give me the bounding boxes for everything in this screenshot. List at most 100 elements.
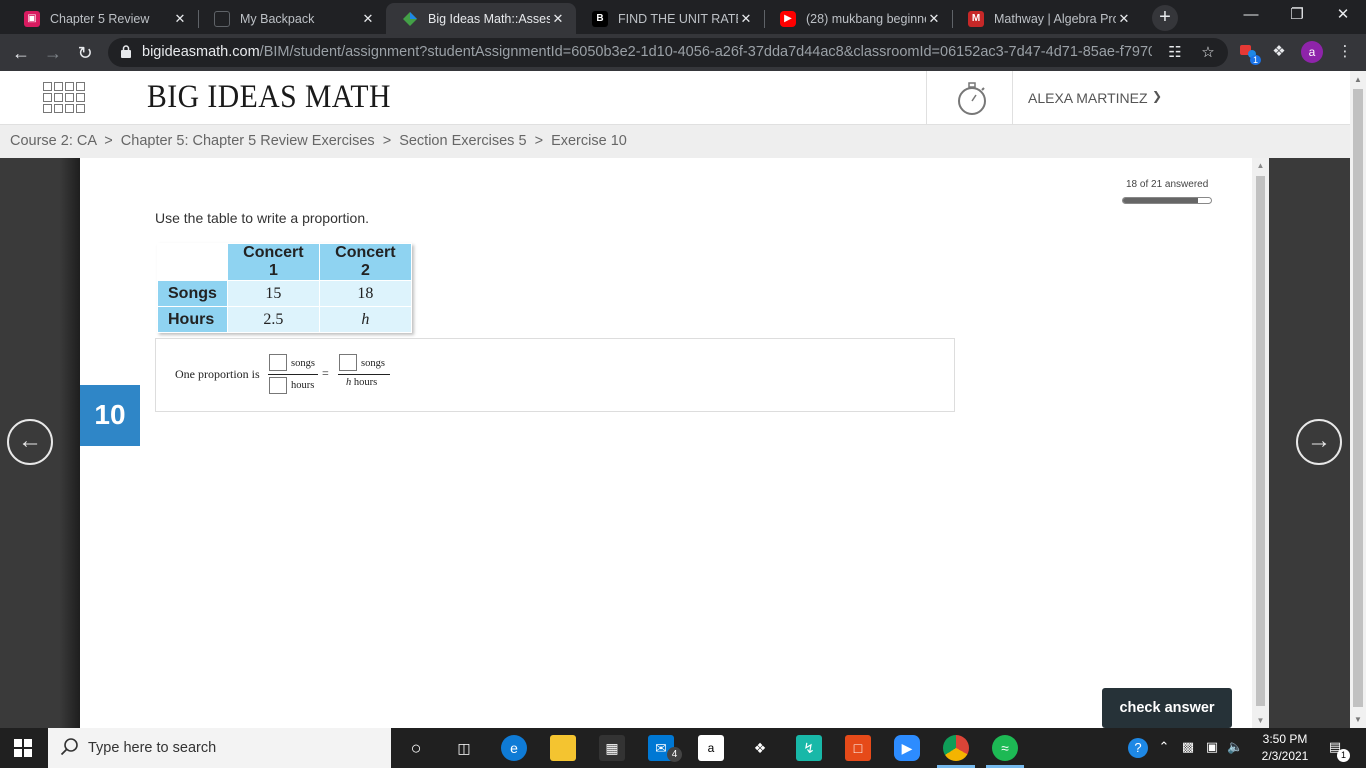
tab-label: FIND THE UNIT RATE!!!: [618, 11, 738, 26]
cortana-icon[interactable]: ○: [403, 735, 429, 761]
back-icon[interactable]: ←: [8, 40, 34, 66]
right-numerator-input[interactable]: [339, 354, 357, 371]
puzzle-extensions-icon[interactable]: ❖: [1268, 41, 1290, 63]
task-view-icon[interactable]: ◫: [451, 735, 477, 761]
left-denominator-input[interactable]: [269, 377, 287, 394]
close-icon[interactable]: ✕: [172, 11, 188, 27]
chrome-icon[interactable]: [943, 735, 969, 761]
edge-icon[interactable]: e: [501, 735, 527, 761]
table-row: Hours 2.5 h: [157, 306, 412, 333]
dropbox-icon[interactable]: ❖: [747, 735, 773, 761]
close-icon[interactable]: ✕: [738, 11, 754, 27]
new-tab-button[interactable]: +: [1152, 5, 1178, 31]
more-menu-icon[interactable]: ⋮: [1334, 41, 1356, 63]
scroll-thumb[interactable]: [1256, 176, 1265, 706]
tab-my-backpack[interactable]: My Backpack ✕: [198, 3, 386, 34]
extension-badge: 1: [1250, 55, 1262, 65]
left-denominator-unit: hours: [291, 380, 315, 391]
breadcrumb-exercise: Exercise 10: [551, 133, 627, 149]
url-text: bigideasmath.com/BIM/student/assignment?…: [142, 44, 1152, 60]
breadcrumb-chapter[interactable]: Chapter 5: Chapter 5 Review Exercises: [121, 133, 375, 149]
close-icon[interactable]: ✕: [550, 11, 566, 27]
volume-icon[interactable]: 🔈: [1227, 739, 1243, 755]
breadcrumb-section[interactable]: Section Exercises 5: [399, 133, 526, 149]
forward-icon[interactable]: →: [40, 40, 66, 66]
store-icon[interactable]: ▦: [599, 735, 625, 761]
lock-icon: [121, 45, 131, 58]
tab-label: Chapter 5 Review: [50, 11, 150, 26]
big-ideas-favicon-icon: [402, 11, 418, 27]
tab-big-ideas-math[interactable]: Big Ideas Math::Assessment ✕: [386, 3, 576, 34]
network-icon[interactable]: ▣: [1204, 739, 1220, 755]
breadcrumb-separator: >: [534, 133, 544, 149]
row-header: Songs: [157, 280, 228, 307]
clock-time: 3:50 PM: [1262, 732, 1308, 746]
spotify-icon[interactable]: ≈: [992, 735, 1018, 761]
scroll-up-icon[interactable]: ▲: [1252, 161, 1269, 170]
device-icon[interactable]: ▩: [1181, 739, 1195, 755]
left-numerator-unit: songs: [291, 358, 315, 369]
scroll-down-icon[interactable]: ▼: [1252, 716, 1269, 725]
notification-badge: 1: [1337, 749, 1350, 762]
right-denominator: h hours: [346, 377, 377, 388]
taskbar-search-input[interactable]: Type here to search: [48, 728, 391, 768]
site-logo[interactable]: BIG IDEAS MATH: [147, 79, 391, 116]
breadcrumb-course[interactable]: Course 2: CA: [10, 133, 96, 149]
amazon-icon[interactable]: a: [698, 735, 724, 761]
windows-taskbar: Type here to search ○ ◫ e ▦ ✉ 4 a ❖ ↯ □ …: [0, 728, 1366, 768]
panel-scrollbar[interactable]: ▲ ▼: [1252, 158, 1269, 728]
scroll-up-icon[interactable]: ▲: [1350, 75, 1366, 84]
minimize-icon[interactable]: —: [1228, 0, 1274, 32]
column-header: Concert 2: [318, 243, 412, 281]
clock-date: 2/3/2021: [1261, 749, 1309, 763]
bold-b-favicon-icon: B: [592, 10, 608, 27]
scroll-down-icon[interactable]: ▼: [1350, 715, 1366, 724]
reload-icon[interactable]: ↻: [72, 40, 98, 66]
previous-exercise-button[interactable]: ←: [7, 419, 53, 465]
office-icon[interactable]: □: [845, 735, 871, 761]
breadcrumb-separator: >: [104, 133, 113, 149]
translate-icon[interactable]: ☷: [1165, 43, 1185, 63]
user-name[interactable]: ALEXA MARTINEZ: [1028, 90, 1148, 106]
scroll-thumb[interactable]: [1353, 89, 1363, 707]
tab-youtube[interactable]: ▶ (28) mukbang beginner ✕: [764, 3, 952, 34]
chevron-up-icon[interactable]: ⌃: [1157, 739, 1171, 755]
header-divider: [1012, 71, 1013, 125]
close-icon[interactable]: ✕: [1116, 11, 1132, 27]
address-bar[interactable]: bigideasmath.com/BIM/student/assignment?…: [108, 38, 1228, 67]
help-icon[interactable]: ?: [1128, 738, 1148, 758]
tab-label: Big Ideas Math::Assessment: [428, 11, 550, 26]
stopwatch-icon[interactable]: [955, 81, 989, 117]
zoom-icon[interactable]: ▶: [894, 735, 920, 761]
check-answer-button[interactable]: check answer: [1102, 688, 1232, 728]
tab-mathway[interactable]: M Mathway | Algebra Problem ✕: [952, 3, 1142, 34]
chevron-down-icon[interactable]: ❯: [1152, 89, 1162, 103]
browser-tab-strip: ▣ Chapter 5 Review ✕ My Backpack ✕ Big I…: [0, 0, 1366, 34]
apps-grid-icon[interactable]: [43, 82, 85, 114]
progress-label: 18 of 21 answered: [1126, 179, 1209, 190]
mail-badge: 4: [667, 747, 682, 762]
tab-find-the-unit-rate[interactable]: B FIND THE UNIT RATE!!! ✕: [576, 3, 764, 34]
search-icon: [60, 738, 78, 756]
profile-avatar[interactable]: a: [1301, 41, 1323, 63]
close-icon[interactable]: ✕: [926, 11, 942, 27]
page-viewport: BIG IDEAS MATH ALEXA MARTINEZ ❯ Course 2…: [0, 71, 1350, 728]
exercise-prompt: Use the table to write a proportion.: [155, 210, 370, 226]
windows-start-icon[interactable]: [14, 739, 32, 757]
right-denominator-variable: h: [346, 377, 352, 388]
page-scrollbar[interactable]: ▲ ▼: [1350, 71, 1366, 728]
close-icon[interactable]: ✕: [360, 11, 376, 27]
left-numerator-input[interactable]: [269, 354, 287, 371]
window-close-icon[interactable]: ✕: [1320, 0, 1366, 32]
content-shadow: [60, 158, 80, 728]
file-explorer-icon[interactable]: [550, 735, 576, 761]
tab-chapter-5-review[interactable]: ▣ Chapter 5 Review ✕: [8, 3, 198, 34]
app-bolt-icon[interactable]: ↯: [796, 735, 822, 761]
system-clock[interactable]: 3:50 PM 2/3/2021: [1255, 731, 1315, 765]
table-cell: h: [318, 306, 412, 333]
next-exercise-button[interactable]: →: [1296, 419, 1342, 465]
table-row: Songs 15 18: [157, 280, 412, 307]
backpack-icon: [214, 10, 230, 27]
bookmark-star-icon[interactable]: ☆: [1198, 43, 1218, 63]
restore-icon[interactable]: ❐: [1274, 0, 1320, 32]
